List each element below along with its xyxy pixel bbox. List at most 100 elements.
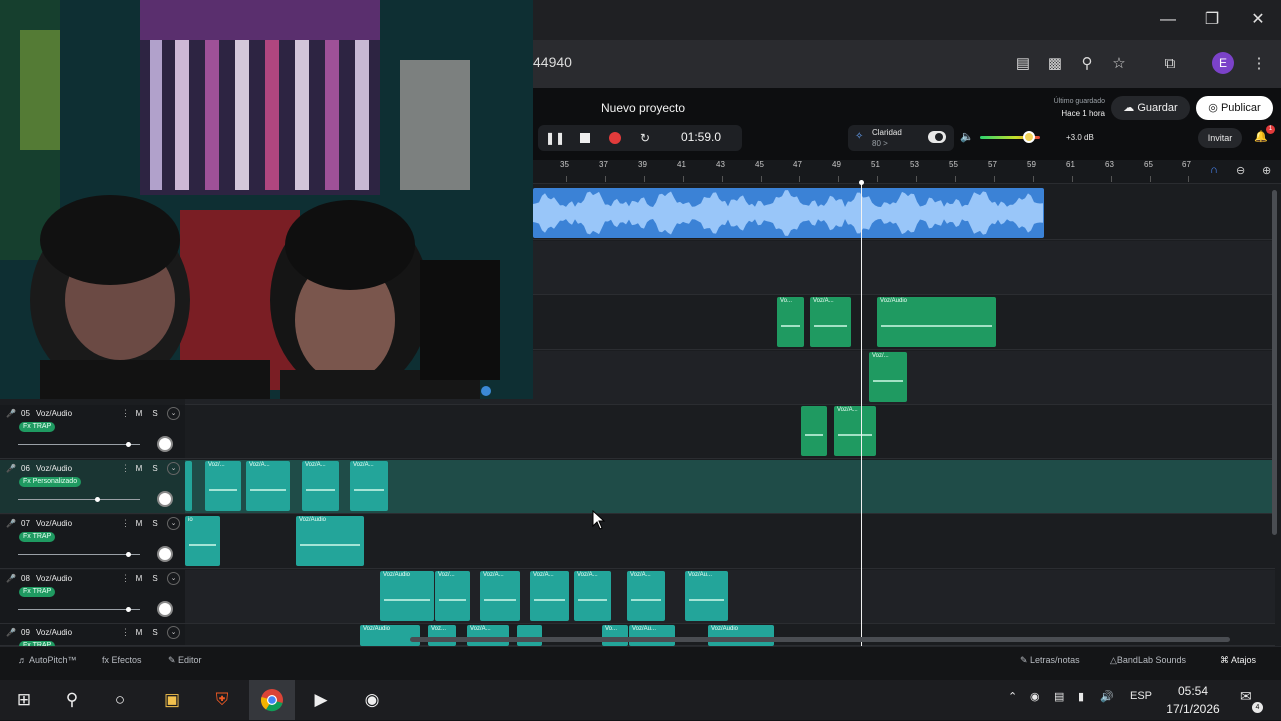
mute-button[interactable]: M [132, 627, 146, 638]
track-volume-handle[interactable] [126, 442, 131, 447]
cast-icon[interactable]: ▩ [1043, 52, 1067, 76]
mute-button[interactable]: M [132, 408, 146, 419]
track-name[interactable]: Voz/Audio [36, 519, 72, 528]
track-volume-handle[interactable] [126, 552, 131, 557]
volume-icon[interactable]: 🔊 [1100, 690, 1114, 703]
audio-clip[interactable]: io [185, 516, 220, 566]
pause-icon[interactable]: ❚❚ [544, 127, 566, 149]
fx-badge[interactable]: Fx TRAP [19, 587, 56, 597]
track-pan-knob[interactable] [157, 436, 173, 452]
piano-icon[interactable]: ▤ [1011, 52, 1035, 76]
track-volume-slider[interactable] [18, 609, 140, 610]
notification-center-icon[interactable]: ✉ [1240, 688, 1252, 705]
url-text[interactable]: 44940 [533, 54, 572, 70]
track-header[interactable]: 🎤 06 Voz/Audio ⋮ M S ⌄ Fx Personalizado [0, 460, 185, 514]
fx-badge[interactable]: Fx Personalizado [19, 477, 82, 487]
zoom-in-icon[interactable]: ⊕ [1262, 164, 1271, 177]
audio-clip[interactable]: Voz/Au... [629, 625, 675, 646]
audio-clip[interactable]: Vo... [602, 625, 628, 646]
track-name[interactable]: Voz/Audio [36, 574, 72, 583]
task-view-icon[interactable]: ○ [103, 686, 137, 714]
track-volume-slider[interactable] [18, 554, 140, 555]
clarity-toggle[interactable] [928, 131, 946, 143]
audio-clip[interactable]: Voz/A... [302, 461, 339, 511]
minimize-icon[interactable]: — [1153, 8, 1183, 32]
language-indicator[interactable]: ESP [1130, 690, 1152, 702]
chevron-down-icon[interactable]: ⌄ [167, 572, 180, 585]
track-header[interactable]: 🎤 08 Voz/Audio ⋮ M S ⌄ Fx TRAP [0, 570, 185, 624]
bell-icon[interactable]: 🔔 [1254, 130, 1268, 143]
record-icon[interactable] [609, 132, 621, 144]
playhead-handle[interactable] [859, 180, 864, 185]
mute-button[interactable]: M [132, 463, 146, 474]
close-icon[interactable]: ✕ [1243, 8, 1273, 32]
lyrics-notes-button[interactable]: ✎ Letras/notas [1020, 655, 1080, 666]
horizontal-scrollbar[interactable] [410, 637, 1230, 642]
restore-icon[interactable]: ❐ [1197, 8, 1227, 32]
track-header[interactable]: 🎤09Voz/Audio⋮MS⌄Fx TRAP [0, 624, 185, 651]
track-menu-icon[interactable]: ⋮ [121, 463, 130, 474]
snap-magnet-icon[interactable]: ∩ [1210, 164, 1218, 176]
audio-clip[interactable]: Voz/A... [350, 461, 388, 511]
file-explorer-icon[interactable]: ▣ [155, 686, 189, 714]
speaker-icon[interactable]: 🔈 [960, 130, 974, 143]
clock-date[interactable]: 17/1/2026 [1160, 702, 1226, 716]
invite-button[interactable]: Invitar [1198, 128, 1242, 148]
vertical-scrollbar[interactable] [1272, 190, 1277, 535]
audio-clip[interactable]: Voz/A... [530, 571, 569, 621]
track-menu-icon[interactable]: ⋮ [121, 408, 130, 419]
stop-icon[interactable] [580, 133, 590, 143]
project-title[interactable]: Nuevo proyecto [601, 101, 685, 115]
chevron-down-icon[interactable]: ⌄ [167, 462, 180, 475]
menu-icon[interactable]: ⋮ [1247, 52, 1271, 76]
audio-clip[interactable]: Voz/... [869, 352, 907, 402]
audio-clip[interactable]: Voz/Audio [380, 571, 434, 621]
audio-clip[interactable]: Vo... [777, 297, 804, 347]
track-pan-knob[interactable] [157, 601, 173, 617]
track-pan-knob[interactable] [157, 546, 173, 562]
track-volume-slider[interactable] [18, 499, 140, 500]
audio-clip[interactable] [185, 461, 192, 511]
track-lane[interactable] [185, 405, 1275, 459]
effects-button[interactable]: fx Efectos [102, 655, 142, 665]
audio-clip[interactable]: Voz/A... [627, 571, 665, 621]
zoom-icon[interactable]: ⚲ [1075, 52, 1099, 76]
fx-badge[interactable]: Fx TRAP [19, 532, 56, 542]
network-icon[interactable]: ▤ [1054, 690, 1064, 703]
clock-time[interactable]: 05:54 [1160, 684, 1226, 698]
track-volume-handle[interactable] [126, 607, 131, 612]
audio-clip[interactable]: Voz/... [205, 461, 241, 511]
fx-badge[interactable]: Fx TRAP [19, 422, 56, 432]
search-icon[interactable]: ⚲ [55, 686, 89, 714]
track-name[interactable]: Voz/Audio [36, 628, 72, 637]
audio-clip[interactable]: Voz/... [435, 571, 470, 621]
audio-clip[interactable]: Voz/A... [574, 571, 611, 621]
media-player-icon[interactable]: ▶ [304, 686, 338, 714]
zoom-out-icon[interactable]: ⊖ [1236, 164, 1245, 177]
audio-clip[interactable]: Voz/Audio [296, 516, 364, 566]
track-pan-knob[interactable] [157, 491, 173, 507]
track-volume-handle[interactable] [95, 497, 100, 502]
audio-clip[interactable]: Voz/A... [246, 461, 290, 511]
audio-clip[interactable] [517, 625, 542, 646]
audio-clip-beat[interactable] [533, 188, 1044, 238]
save-button[interactable]: ☁ Guardar [1111, 96, 1190, 120]
extensions-icon[interactable]: ⧉ [1158, 52, 1182, 76]
chevron-up-icon[interactable]: ⌃ [1008, 690, 1017, 703]
master-volume-knob[interactable] [1023, 131, 1035, 143]
audio-clip[interactable]: Voz/Audio [708, 625, 774, 646]
chevron-down-icon[interactable]: ⌄ [167, 407, 180, 420]
track-header[interactable]: 🎤 05 Voz/Audio ⋮ M S ⌄ Fx TRAP [0, 405, 185, 459]
audio-clip[interactable]: Voz/A... [467, 625, 509, 646]
playhead[interactable] [861, 182, 862, 646]
record-indicator-icon[interactable]: ◉ [1030, 690, 1040, 703]
audio-clip[interactable]: Voz/A... [480, 571, 520, 621]
track-menu-icon[interactable]: ⋮ [121, 627, 130, 638]
chrome-icon[interactable] [255, 686, 289, 714]
bandlab-icon[interactable]: ◉ [355, 686, 389, 714]
solo-button[interactable]: S [148, 573, 162, 584]
autopitch-button[interactable]: ♬ AutoPitch™ [18, 655, 77, 665]
audio-clip[interactable]: Voz/A... [834, 406, 876, 456]
solo-button[interactable]: S [148, 463, 162, 474]
publish-button[interactable]: ◎ Publicar [1196, 96, 1273, 120]
